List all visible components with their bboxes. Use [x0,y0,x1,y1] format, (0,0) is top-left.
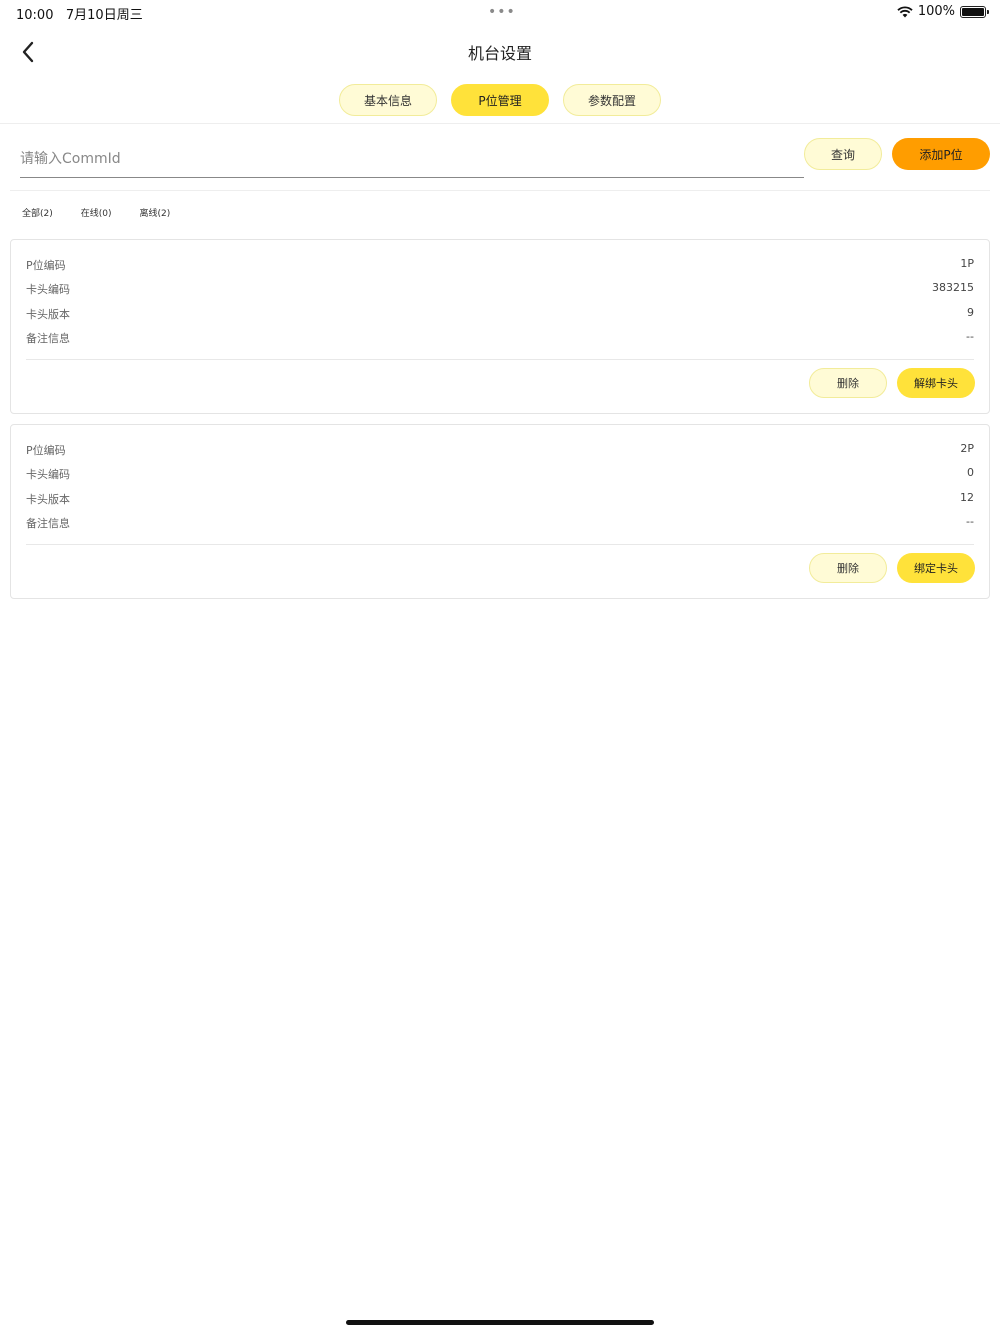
row-label: 卡头编码 [26,283,70,296]
row-value: -- [966,330,974,343]
row-value: 383215 [932,281,974,294]
divider [26,544,974,545]
row-label: 卡头编码 [26,468,70,481]
row-label: 备注信息 [26,517,70,530]
row-value: 2P [960,442,974,455]
filter-all[interactable]: 全部(2) [22,206,53,219]
tab-parameter-config[interactable]: 参数配置 [563,84,661,116]
add-p-position-button[interactable]: 添加P位 [892,138,990,170]
info-row: P位编码 2P [26,442,974,462]
status-time: 10:00 7月10日周三 [16,8,143,23]
row-label: 卡头版本 [26,308,70,321]
p-position-card: P位编码 1P 卡头编码 383215 卡头版本 9 备注信息 -- 删除 解绑… [10,239,990,414]
row-value: 9 [967,306,974,319]
row-value: -- [966,515,974,528]
tab-basic-info[interactable]: 基本信息 [339,84,437,116]
divider [26,359,974,360]
multitasking-dots-icon[interactable]: ••• [488,4,516,20]
info-row: 卡头编码 0 [26,466,974,486]
row-label: P位编码 [26,259,66,272]
divider [10,190,990,191]
divider [0,123,1000,124]
row-value: 1P [960,257,974,270]
status-date: 7月10日周三 [65,8,143,23]
filter-offline[interactable]: 离线(2) [140,206,171,219]
row-value: 0 [967,466,974,479]
bind-card-head-button[interactable]: 绑定卡头 [897,553,975,583]
commid-search-input[interactable] [20,140,804,178]
tab-bar: 基本信息 P位管理 参数配置 [0,84,1000,116]
page-title: 机台设置 [467,44,532,63]
status-bar: 10:00 7月10日周三 ••• 100% [0,0,1000,24]
status-right: 100% [897,4,989,19]
p-position-card: P位编码 2P 卡头编码 0 卡头版本 12 备注信息 -- 删除 绑定卡头 [10,424,990,599]
delete-button[interactable]: 删除 [809,368,887,398]
home-indicator[interactable] [346,1320,654,1325]
tab-p-position-management[interactable]: P位管理 [451,84,549,116]
filter-online[interactable]: 在线(0) [81,206,112,219]
row-value: 12 [960,491,974,504]
navigation-bar: 机台设置 [0,28,1000,74]
info-row: 卡头版本 9 [26,306,974,326]
wifi-icon [897,5,913,18]
row-label: 卡头版本 [26,493,70,506]
info-row: 备注信息 -- [26,330,974,350]
row-label: 备注信息 [26,332,70,345]
unbind-card-head-button[interactable]: 解绑卡头 [897,368,975,398]
battery-percentage: 100% [917,4,955,19]
info-row: 卡头版本 12 [26,491,974,511]
info-row: 卡头编码 383215 [26,281,974,301]
row-label: P位编码 [26,444,66,457]
search-row: 查询 添加P位 [0,138,1000,178]
status-filter-bar: 全部(2) 在线(0) 离线(2) [22,206,170,219]
battery-icon [960,5,989,18]
info-row: 备注信息 -- [26,515,974,535]
info-row: P位编码 1P [26,257,974,277]
delete-button[interactable]: 删除 [809,553,887,583]
query-button[interactable]: 查询 [804,138,882,170]
